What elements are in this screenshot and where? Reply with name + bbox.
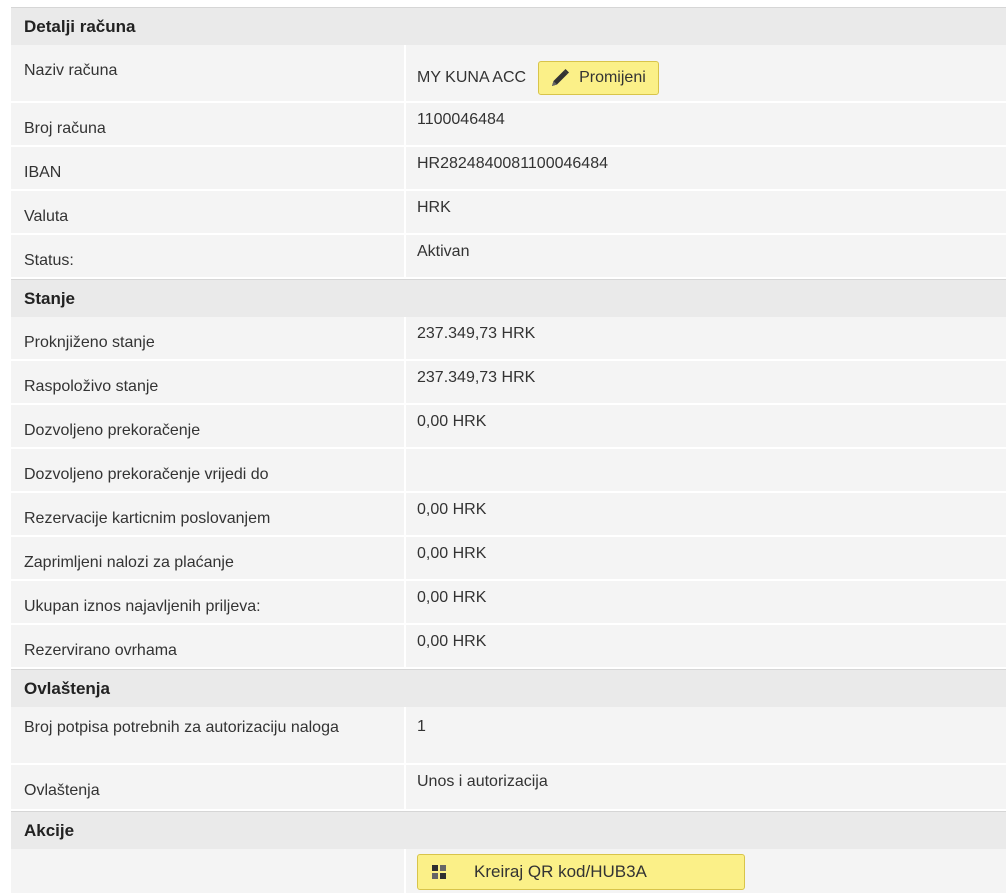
row-label-empty: [11, 849, 404, 893]
row-card-reservations: Rezervacije karticnim poslovanjem 0,00 H…: [11, 493, 1006, 537]
row-value: 0,00 HRK: [406, 493, 1006, 535]
qr-code-icon: [432, 865, 446, 879]
row-enforcement-reservations: Rezervirano ovrhama 0,00 HRK: [11, 625, 1006, 669]
row-label: Zaprimljeni nalozi za plaćanje: [11, 537, 404, 579]
row-label: Raspoloživo stanje: [11, 361, 404, 403]
row-label: Ukupan iznos najavljenih priljeva:: [11, 581, 404, 623]
pencil-icon: [552, 68, 570, 86]
row-label: Broj potpisa potrebnih za autorizaciju n…: [11, 707, 404, 763]
row-booked-balance: Proknjiženo stanje 237.349,73 HRK: [11, 317, 1006, 361]
row-value: 0,00 HRK: [406, 581, 1006, 623]
section-header-actions: Akcije: [11, 811, 1006, 849]
account-name-value: MY KUNA ACC: [417, 68, 527, 86]
row-label: Dozvoljeno prekoračenje: [11, 405, 404, 447]
row-value: 237.349,73 HRK: [406, 361, 1006, 403]
account-details-panel: Detalji računa Naziv računa MY KUNA ACC …: [11, 7, 1006, 895]
row-label: Status:: [11, 235, 404, 277]
row-available-balance: Raspoloživo stanje 237.349,73 HRK: [11, 361, 1006, 405]
section-header-balance: Stanje: [11, 279, 1006, 317]
row-actions: Kreiraj QR kod/HUB3A: [11, 849, 1006, 895]
row-value: Aktivan: [406, 235, 1006, 277]
row-value: Unos i autorizacija: [406, 765, 1006, 809]
row-value: HR2824840081100046484: [406, 147, 1006, 189]
row-label: Ovlaštenja: [11, 765, 404, 809]
row-value: 0,00 HRK: [406, 405, 1006, 447]
row-status: Status: Aktivan: [11, 235, 1006, 279]
section-header-authorizations: Ovlaštenja: [11, 669, 1006, 707]
edit-account-name-button[interactable]: Promijeni: [538, 60, 659, 95]
row-value: 1100046484: [406, 103, 1006, 145]
row-value: [406, 449, 1006, 491]
row-label: IBAN: [11, 147, 404, 189]
row-label: Rezervacije karticnim poslovanjem: [11, 493, 404, 535]
row-label: Proknjiženo stanje: [11, 317, 404, 359]
create-qr-code-button[interactable]: Kreiraj QR kod/HUB3A: [417, 854, 745, 890]
row-value: 0,00 HRK: [406, 625, 1006, 667]
row-value-cell: MY KUNA ACC Promijeni: [406, 45, 1006, 101]
row-currency: Valuta HRK: [11, 191, 1006, 235]
row-label: Valuta: [11, 191, 404, 233]
edit-button-label: Promijeni: [579, 68, 646, 86]
row-label: Broj računa: [11, 103, 404, 145]
qr-button-label: Kreiraj QR kod/HUB3A: [474, 862, 647, 881]
row-announced-inflows: Ukupan iznos najavljenih priljeva: 0,00 …: [11, 581, 1006, 625]
row-value: 1: [406, 707, 1006, 763]
row-required-signatures: Broj potpisa potrebnih za autorizaciju n…: [11, 707, 1006, 765]
row-received-payment-orders: Zaprimljeni nalozi za plaćanje 0,00 HRK: [11, 537, 1006, 581]
row-value: 0,00 HRK: [406, 537, 1006, 579]
row-label: Rezervirano ovrhama: [11, 625, 404, 667]
row-value: HRK: [406, 191, 1006, 233]
row-value: 237.349,73 HRK: [406, 317, 1006, 359]
row-label: Dozvoljeno prekoračenje vrijedi do: [11, 449, 404, 491]
row-account-number: Broj računa 1100046484: [11, 103, 1006, 147]
row-value-cell: Kreiraj QR kod/HUB3A: [406, 849, 1006, 893]
row-authorizations: Ovlaštenja Unos i autorizacija: [11, 765, 1006, 811]
row-account-name: Naziv računa MY KUNA ACC Promijeni: [11, 45, 1006, 103]
section-header-account-details: Detalji računa: [11, 7, 1006, 45]
row-label: Naziv računa: [11, 45, 404, 101]
row-overdraft: Dozvoljeno prekoračenje 0,00 HRK: [11, 405, 1006, 449]
row-overdraft-valid-until: Dozvoljeno prekoračenje vrijedi do: [11, 449, 1006, 493]
row-iban: IBAN HR2824840081100046484: [11, 147, 1006, 191]
